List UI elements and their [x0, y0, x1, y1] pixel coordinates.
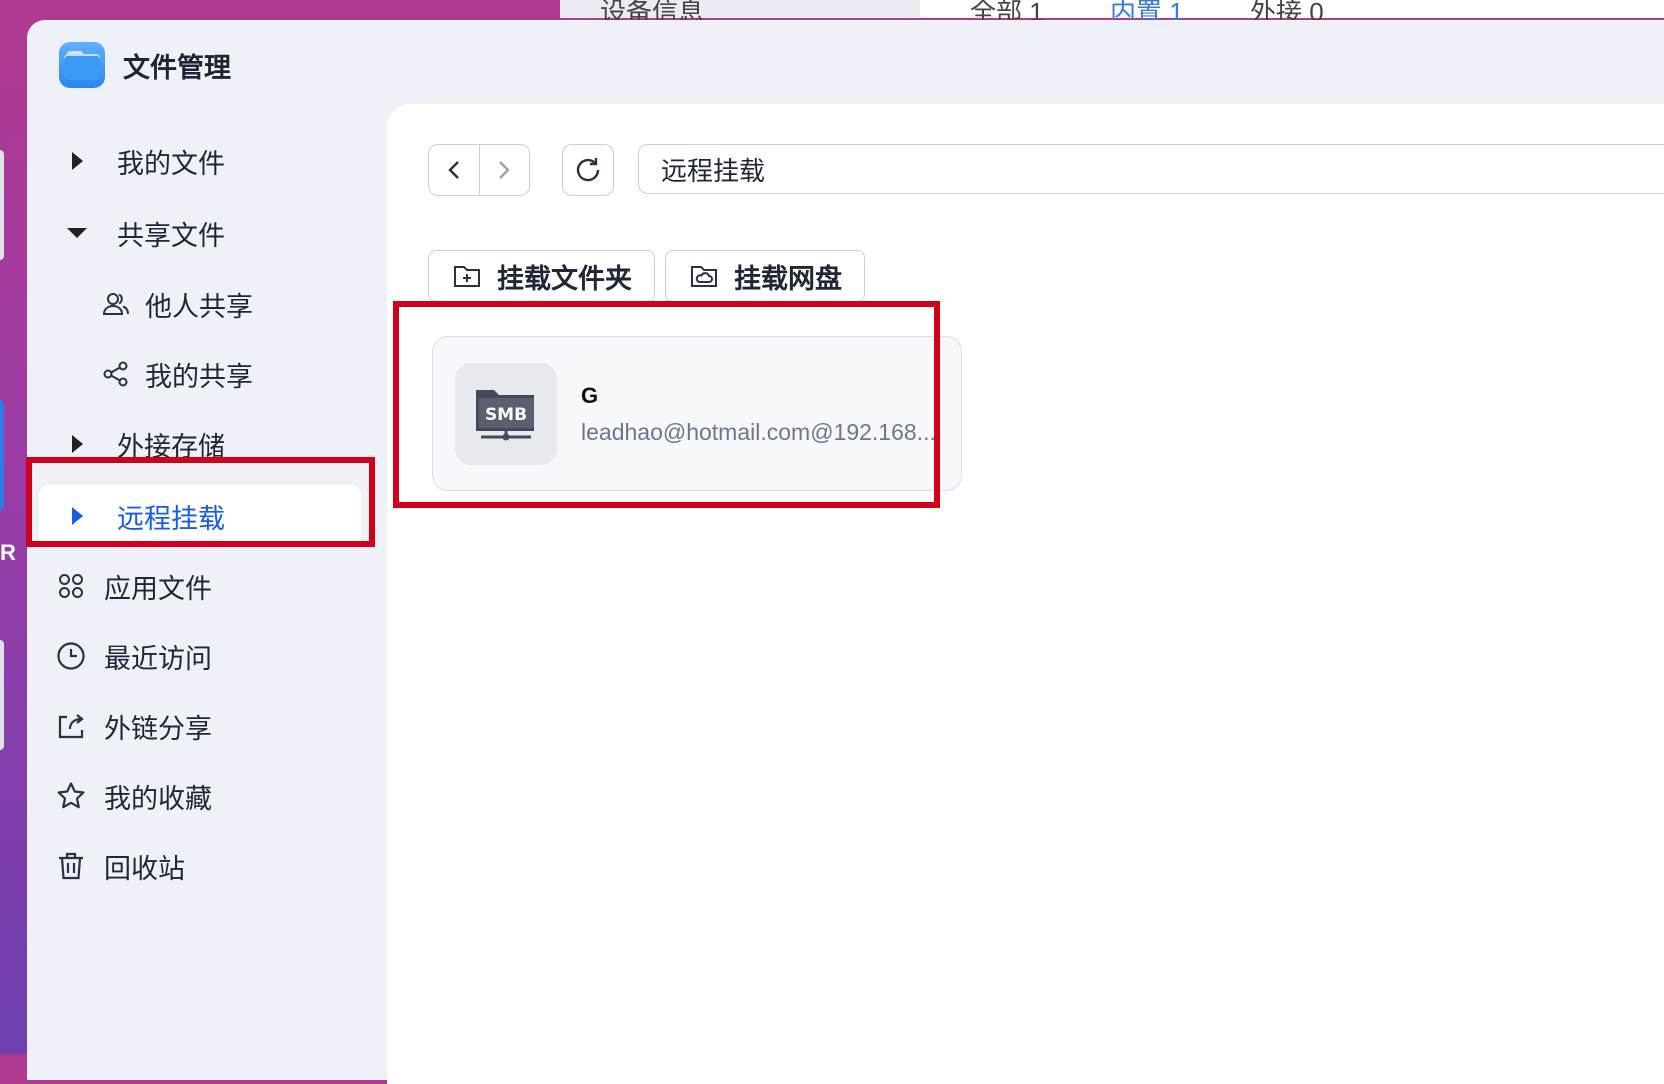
- share-icon: [101, 359, 131, 389]
- sidebar-item-label: 最近访问: [104, 643, 212, 674]
- background-letter: R: [0, 540, 16, 565]
- sidebar-item-recent[interactable]: 最近访问: [39, 625, 361, 687]
- sidebar-item-label: 我的共享: [145, 361, 253, 392]
- trash-icon: [56, 851, 86, 881]
- mount-folder-label: 挂载文件夹: [497, 263, 632, 294]
- background-panel: 设备信息: [560, 0, 920, 27]
- sidebar-item-label: 外链分享: [104, 713, 212, 744]
- users-icon: [101, 289, 131, 319]
- sidebar-item-my-files[interactable]: 我的文件: [39, 130, 361, 192]
- mount-folder-button[interactable]: 挂载文件夹: [428, 250, 655, 302]
- background-panel: 全部 1 内置 1 外接 0: [920, 0, 1664, 27]
- caret-right-icon[interactable]: [69, 435, 85, 453]
- chevron-left-icon: [448, 161, 459, 179]
- highlight-box-sidebar: [26, 457, 375, 547]
- sidebar-item-shared-files[interactable]: 共享文件: [39, 202, 361, 264]
- clock-icon: [56, 641, 86, 671]
- background-tile: [0, 640, 4, 750]
- folder-app-icon: [59, 42, 105, 88]
- sidebar-item-label: 我的收藏: [104, 783, 212, 814]
- back-button[interactable]: [429, 145, 479, 195]
- forward-button[interactable]: [478, 145, 530, 195]
- sidebar-item-shared-with-me[interactable]: 他人共享: [39, 273, 361, 335]
- apps-icon: [56, 571, 86, 601]
- caret-right-icon[interactable]: [69, 152, 85, 170]
- file-manager-window: 文件管理 我的文件 共享文件 他人共享 我的共享 外接存储 远程挂载 应用文件 …: [27, 20, 1664, 1084]
- highlight-box-mount-card: [393, 301, 940, 508]
- sidebar-item-label: 共享文件: [117, 220, 225, 251]
- sidebar-item-app-files[interactable]: 应用文件: [39, 555, 361, 617]
- external-share-icon: [56, 711, 86, 741]
- refresh-icon: [576, 158, 600, 182]
- sidebar-item-label: 回收站: [104, 853, 185, 884]
- history-nav: [428, 144, 530, 196]
- sidebar-item-label: 我的文件: [117, 148, 225, 179]
- sidebar-item-label: 应用文件: [104, 573, 212, 604]
- main-content: 远程挂载 挂载文件夹 挂载网盘 SMB G leadhao@hotmail.co…: [387, 104, 1664, 1084]
- sidebar-item-label: 他人共享: [145, 291, 253, 322]
- refresh-button[interactable]: [562, 144, 614, 196]
- app-title: 文件管理: [123, 52, 231, 83]
- cloud-folder-icon: [690, 263, 718, 289]
- caret-down-icon[interactable]: [67, 225, 87, 241]
- chevron-right-icon: [499, 161, 510, 179]
- sidebar-item-my-shares[interactable]: 我的共享: [39, 343, 361, 405]
- background-tile: [0, 400, 4, 510]
- path-text: 远程挂载: [661, 155, 766, 186]
- star-icon: [56, 781, 86, 811]
- background-tile: [0, 150, 4, 260]
- path-bar[interactable]: 远程挂载: [638, 144, 1664, 194]
- mount-netdisk-label: 挂载网盘: [734, 263, 842, 294]
- mount-netdisk-button[interactable]: 挂载网盘: [665, 250, 865, 302]
- sidebar-item-external-share[interactable]: 外链分享: [39, 695, 361, 757]
- app-header: 文件管理: [59, 40, 231, 90]
- sidebar-item-favorites[interactable]: 我的收藏: [39, 765, 361, 827]
- sidebar-item-recycle-bin[interactable]: 回收站: [39, 835, 361, 897]
- folder-plus-icon: [453, 263, 481, 289]
